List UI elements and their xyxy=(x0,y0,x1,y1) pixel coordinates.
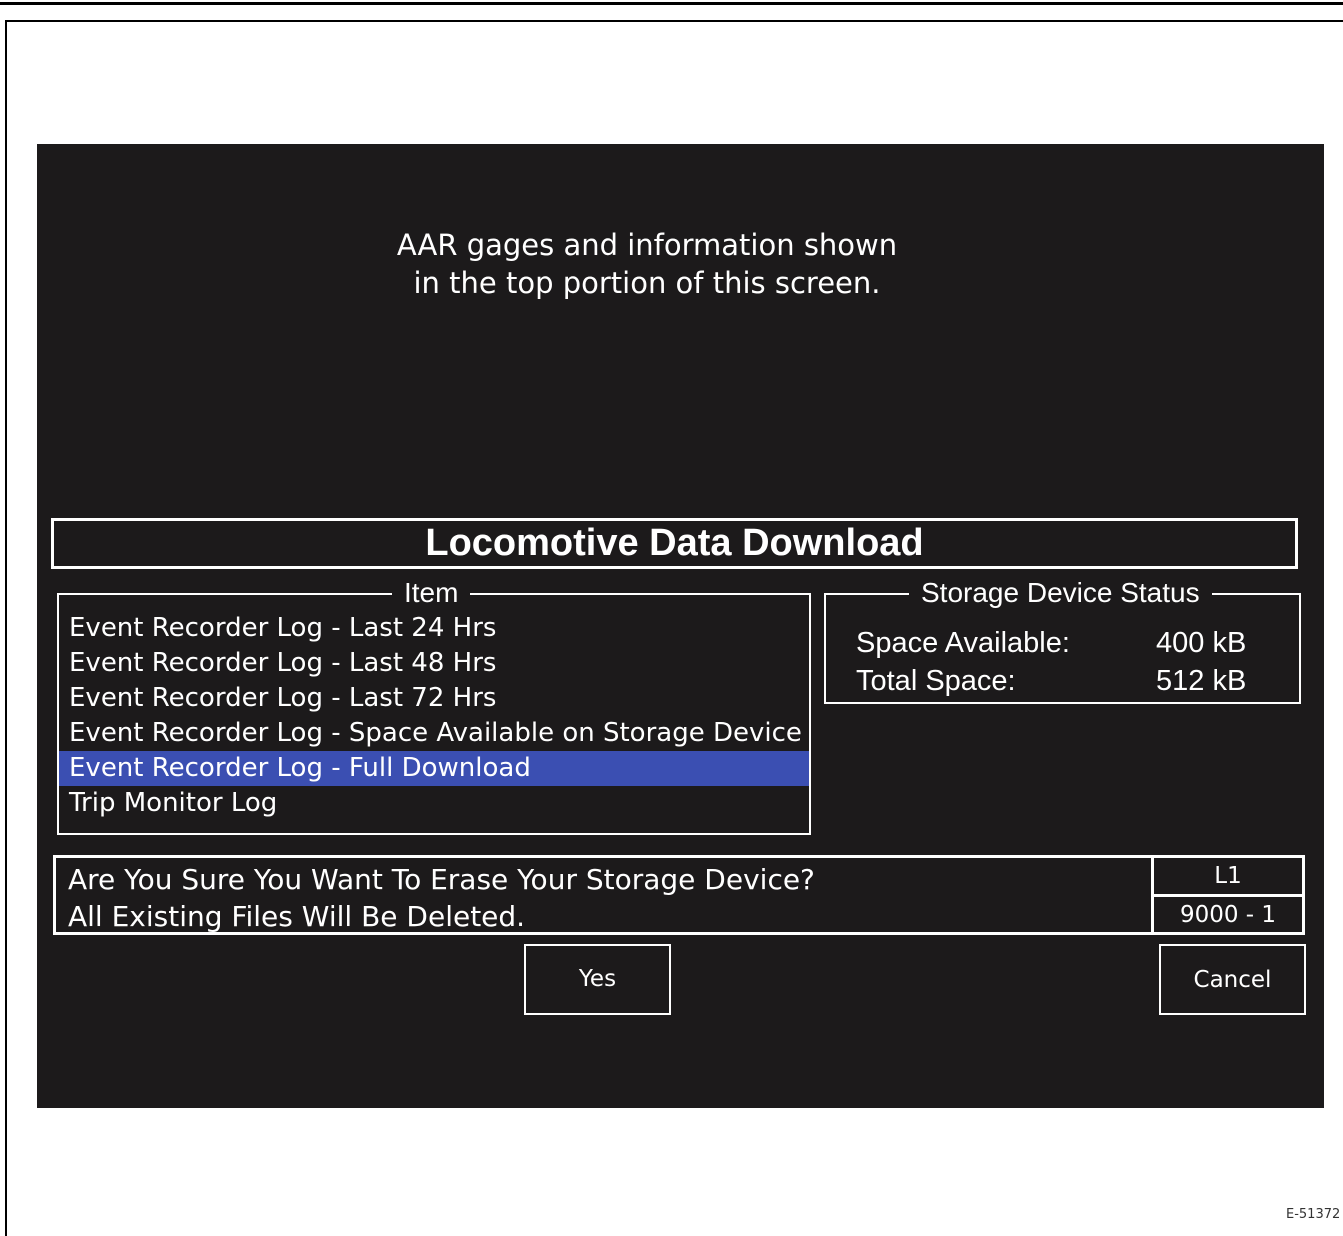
figure-id: E-51372 xyxy=(1286,1207,1341,1222)
frame-left-line xyxy=(5,20,7,1236)
space-available-label: Space Available: xyxy=(856,627,1070,659)
display-screen: AAR gages and information shown in the t… xyxy=(37,144,1324,1108)
space-available-value: 400 kB xyxy=(1156,627,1247,659)
list-item-selected[interactable]: Event Recorder Log - Full Download xyxy=(59,751,809,786)
item-list: Event Recorder Log - Last 24 Hrs Event R… xyxy=(59,611,809,821)
message-line-1: Are You Sure You Want To Erase Your Stor… xyxy=(68,863,815,896)
locomotive-position-box: L1 xyxy=(1151,855,1305,897)
locomotive-position: L1 xyxy=(1214,863,1242,889)
page-title: Locomotive Data Download xyxy=(425,522,924,564)
note-line-1: AAR gages and information shown xyxy=(396,228,898,262)
storage-status-legend: Storage Device Status xyxy=(909,576,1212,610)
note-line-2: in the top portion of this screen. xyxy=(413,266,881,300)
total-space-value: 512 kB xyxy=(1156,665,1247,697)
list-item[interactable]: Trip Monitor Log xyxy=(59,786,809,821)
total-space-label: Total Space: xyxy=(856,665,1016,697)
title-bar: Locomotive Data Download xyxy=(51,518,1298,569)
locomotive-number-box: 9000 - 1 xyxy=(1151,894,1305,935)
item-list-panel: Item Event Recorder Log - Last 24 Hrs Ev… xyxy=(57,576,811,835)
message-line-2: All Existing Files Will Be Deleted. xyxy=(68,900,526,933)
yes-button[interactable]: Yes xyxy=(524,944,671,1015)
item-legend: Item xyxy=(392,576,471,610)
aar-gages-note: AAR gages and information shown in the t… xyxy=(37,226,1257,302)
space-available-row: Space Available: 400 kB xyxy=(856,627,1276,660)
cancel-button[interactable]: Cancel xyxy=(1159,944,1306,1015)
list-item[interactable]: Event Recorder Log - Last 72 Hrs xyxy=(59,681,809,716)
list-item[interactable]: Event Recorder Log - Space Available on … xyxy=(59,716,809,751)
total-space-row: Total Space: 512 kB xyxy=(856,665,1276,698)
top-border-line xyxy=(0,2,1343,5)
list-item[interactable]: Event Recorder Log - Last 24 Hrs xyxy=(59,611,809,646)
locomotive-number: 9000 - 1 xyxy=(1179,901,1277,928)
list-item[interactable]: Event Recorder Log - Last 48 Hrs xyxy=(59,646,809,681)
confirmation-message: Are You Sure You Want To Erase Your Stor… xyxy=(53,855,1153,935)
frame-top-line xyxy=(5,20,1343,22)
storage-status-panel: Storage Device Status Space Available: 4… xyxy=(824,576,1301,704)
